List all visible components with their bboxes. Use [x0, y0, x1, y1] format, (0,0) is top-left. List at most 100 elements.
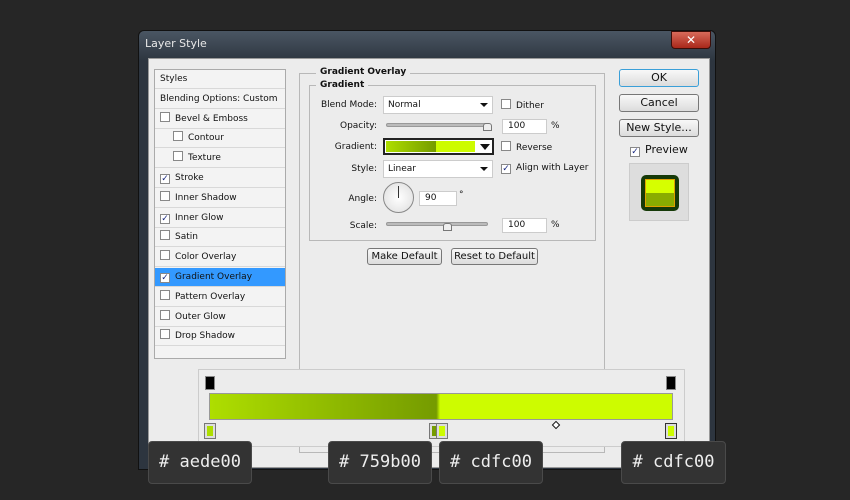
- checkmark-icon[interactable]: ✓: [160, 174, 170, 184]
- sidebar-item-label: Outer Glow: [175, 311, 226, 322]
- make-default-button[interactable]: Make Default: [367, 248, 442, 265]
- sidebar-item-label: Inner Shadow: [175, 192, 237, 203]
- preview-label: Preview: [645, 143, 688, 156]
- sidebar-item[interactable]: Outer Glow: [155, 308, 285, 327]
- style-label: Style:: [351, 164, 377, 174]
- group-title: Gradient Overlay: [316, 67, 411, 77]
- angle-input[interactable]: 90: [419, 191, 457, 206]
- dither-checkbox[interactable]: Dither: [501, 99, 544, 111]
- opacity-unit: %: [551, 121, 560, 131]
- sidebar-item-label: Contour: [188, 133, 224, 144]
- gradient-dropdown-icon[interactable]: [480, 144, 490, 150]
- angle-unit: °: [459, 190, 464, 200]
- opacity-slider[interactable]: [386, 123, 490, 127]
- checkbox-icon[interactable]: [160, 230, 170, 241]
- color-tag-4: # cdfc00: [621, 441, 726, 484]
- opacity-stop-right[interactable]: [666, 376, 676, 390]
- opacity-label: Opacity:: [340, 121, 377, 131]
- chevron-down-icon: [480, 103, 488, 107]
- sidebar-item[interactable]: ✓ Gradient Overlay: [155, 268, 285, 287]
- sidebar-item-label: Satin: [175, 232, 198, 243]
- color-tag-2: # 759b00: [328, 441, 432, 484]
- preview-thumbnail: [629, 163, 689, 221]
- sidebar-item-label: Inner Glow: [175, 212, 224, 223]
- gradient-label: Gradient:: [334, 142, 377, 152]
- angle-dial[interactable]: [383, 182, 414, 213]
- sidebar-item[interactable]: Drop Shadow: [155, 327, 285, 347]
- sidebar-item[interactable]: Contour: [155, 129, 285, 149]
- cancel-button[interactable]: Cancel: [619, 94, 699, 112]
- style-value: Linear: [388, 164, 416, 174]
- color-stop-cdfc00-end[interactable]: [665, 423, 677, 439]
- blend-mode-value: Normal: [388, 100, 421, 110]
- opacity-slider-thumb[interactable]: [483, 123, 492, 131]
- sidebar-item-label: Texture: [188, 153, 221, 164]
- checkbox-icon: [501, 99, 511, 109]
- preview-swatch: [641, 175, 679, 211]
- angle-label: Angle:: [348, 194, 377, 204]
- checkbox-icon[interactable]: [160, 329, 170, 340]
- sidebar-item-label: Blending Options: Custom: [160, 93, 278, 104]
- align-with-layer-checkbox[interactable]: ✓ Align with Layer: [501, 163, 588, 174]
- subgroup-title: Gradient: [316, 80, 369, 90]
- reset-default-button[interactable]: Reset to Default: [451, 248, 538, 265]
- sidebar-item-label: Stroke: [175, 173, 204, 183]
- scale-slider-thumb[interactable]: [443, 223, 452, 231]
- sidebar-item[interactable]: Blending Options: Custom: [155, 90, 285, 109]
- sidebar-item-label: Color Overlay: [175, 252, 237, 263]
- new-style-button[interactable]: New Style...: [619, 119, 699, 137]
- sidebar-item[interactable]: ✓ Inner Glow: [155, 209, 285, 228]
- scale-input[interactable]: 100: [502, 218, 547, 233]
- gradient-picker[interactable]: [383, 138, 494, 155]
- reverse-checkbox[interactable]: Reverse: [501, 141, 552, 153]
- ok-button[interactable]: OK: [619, 69, 699, 87]
- sidebar-item-label: Pattern Overlay: [175, 291, 246, 302]
- style-select[interactable]: Linear: [383, 160, 493, 178]
- checkbox-icon[interactable]: [173, 131, 183, 142]
- checkbox-icon: [501, 141, 511, 151]
- color-stop-aede00[interactable]: [204, 423, 216, 439]
- chevron-down-icon: [480, 167, 488, 171]
- checkmark-icon[interactable]: ✓: [160, 213, 170, 224]
- sidebar-item-label: Bevel & Emboss: [175, 113, 248, 124]
- preview-checkbox[interactable]: ✓ Preview: [630, 143, 688, 157]
- sidebar-item-label: Gradient Overlay: [175, 272, 253, 282]
- window-title: Layer Style: [145, 37, 207, 50]
- sidebar-item[interactable]: ✓ Stroke: [155, 169, 285, 188]
- scale-slider[interactable]: [386, 222, 488, 226]
- opacity-input[interactable]: 100: [502, 119, 547, 134]
- sidebar-item[interactable]: Pattern Overlay: [155, 288, 285, 307]
- checkmark-icon: ✓: [630, 147, 640, 157]
- reverse-label: Reverse: [516, 143, 553, 153]
- sidebar-item-label: Styles: [160, 74, 188, 84]
- checkbox-icon[interactable]: [160, 289, 170, 300]
- sidebar-item[interactable]: Inner Shadow: [155, 189, 285, 208]
- checkmark-icon: ✓: [501, 164, 511, 174]
- checkmark-icon[interactable]: ✓: [160, 273, 170, 283]
- checkbox-icon[interactable]: [160, 309, 170, 320]
- checkbox-icon[interactable]: [160, 250, 170, 261]
- sidebar-item[interactable]: Texture: [155, 149, 285, 169]
- checkbox-icon[interactable]: [160, 111, 170, 122]
- color-tag-3: # cdfc00: [439, 441, 543, 484]
- gradient-swatch[interactable]: [386, 141, 475, 152]
- close-button[interactable]: ✕: [671, 31, 711, 49]
- color-stop-cdfc00[interactable]: [436, 423, 448, 439]
- checkbox-icon[interactable]: [173, 151, 183, 162]
- sidebar-item[interactable]: Styles: [155, 70, 285, 89]
- scale-label: Scale:: [349, 221, 377, 231]
- gradient-bar[interactable]: [209, 393, 673, 420]
- align-label: Align with Layer: [516, 163, 589, 173]
- sidebar-item-label: Drop Shadow: [175, 331, 236, 342]
- blend-mode-label: Blend Mode:: [320, 100, 377, 110]
- sidebar-item[interactable]: Color Overlay: [155, 248, 285, 268]
- scale-unit: %: [551, 220, 560, 230]
- color-tag-1: # aede00: [148, 441, 252, 484]
- checkbox-icon[interactable]: [160, 190, 170, 201]
- sidebar-item[interactable]: Satin: [155, 228, 285, 248]
- angle-dial-needle: [398, 186, 399, 198]
- opacity-stop-left[interactable]: [205, 376, 215, 390]
- styles-list: Styles Blending Options: Custom Bevel & Em…: [154, 69, 286, 359]
- blend-mode-select[interactable]: Normal: [383, 96, 493, 114]
- sidebar-item[interactable]: Bevel & Emboss: [155, 110, 285, 129]
